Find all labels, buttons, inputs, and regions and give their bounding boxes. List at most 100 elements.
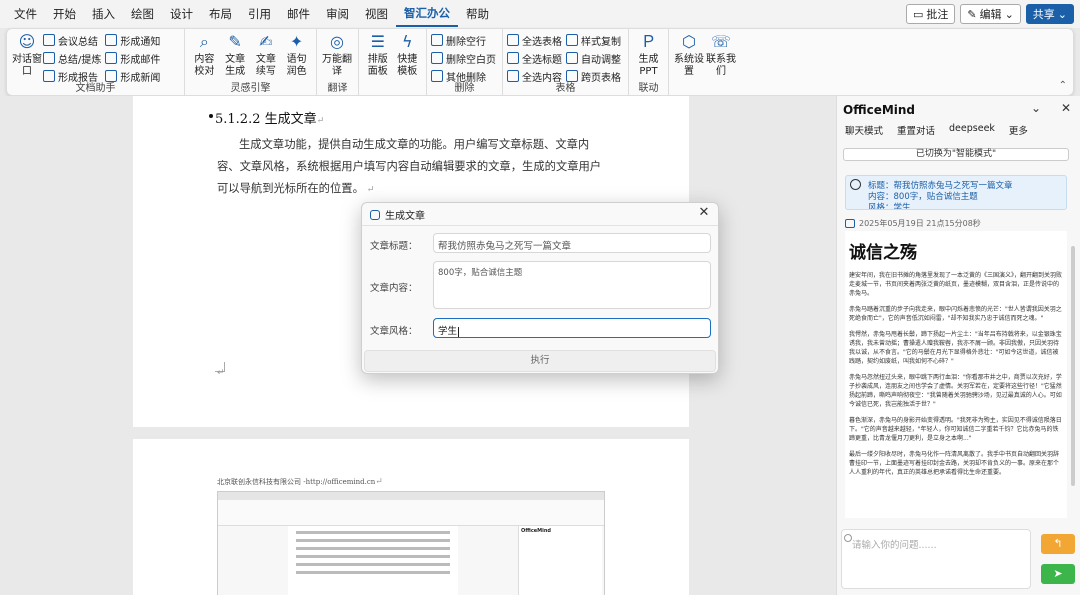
article-title-input[interactable]: 帮我仿照赤兔马之死写一篇文章 xyxy=(433,233,711,253)
article-style-input[interactable]: 学生 xyxy=(433,318,711,338)
company-line: 北京联创永信科技有限公司 -http://officemind.cn xyxy=(217,478,376,486)
thumb-line xyxy=(296,547,450,550)
close-icon[interactable]: ✕ xyxy=(1061,101,1071,115)
menu-draw[interactable]: 绘图 xyxy=(123,0,162,28)
quick-template-label: 快捷模板 xyxy=(397,54,418,77)
edit-label: 编辑 xyxy=(979,8,1002,21)
panel-tabs: 聊天模式 重置对话 deepseek 更多 xyxy=(845,123,1028,137)
form-mail-button[interactable]: 形成邮件 xyxy=(105,49,160,67)
thumb-panel: OfficeMind xyxy=(518,526,602,595)
panel-scrollbar[interactable] xyxy=(1071,246,1075,486)
auto-adjust-button[interactable]: 自动调整 xyxy=(566,49,621,67)
menu-insert[interactable]: 插入 xyxy=(84,0,123,28)
dialog-divider xyxy=(362,225,718,226)
article-continue-button[interactable]: ✍ 文章续写 xyxy=(252,31,281,78)
chevron-down-icon[interactable]: ⌄ xyxy=(1031,101,1041,115)
article-gen-label: 文章生成 xyxy=(225,54,246,77)
edit-mode-button[interactable]: ✎ 编辑 ⌄ xyxy=(960,4,1021,24)
comment-icon: ▭ xyxy=(912,7,924,21)
form-notice-button[interactable]: 形成通知 xyxy=(105,31,160,49)
group-system: ⬡ 系统设置 ☏ 联系我们 xyxy=(669,29,741,95)
menu-smart-office[interactable]: 智汇办公 xyxy=(396,1,458,27)
article-paragraph: 我愕然，赤兔马甩着长鬃，蹄下扬起一片尘土："当年吕布持戟将来，以金银珠宝诱我，我… xyxy=(849,331,1062,365)
send-button[interactable]: ➤ xyxy=(1041,564,1075,584)
article-style-value: 学生 xyxy=(438,326,458,337)
thumb-panel-title: OfficeMind xyxy=(521,528,552,534)
menu-layout[interactable]: 布局 xyxy=(201,0,240,28)
meeting-summary-button[interactable]: 会议总结 xyxy=(43,31,101,49)
thumb-ribbon xyxy=(218,500,604,526)
del-blank-line-button[interactable]: 删除空行 xyxy=(431,31,496,49)
tab-chat-mode[interactable]: 聊天模式 xyxy=(845,123,883,137)
paragraph-mark: ↵ xyxy=(217,368,225,378)
del-blank-page-button[interactable]: 删除空白页 xyxy=(431,49,496,67)
group-doc-assist: ☺ 对话窗口 会议总结 总结/提炼 形成报告 形成通知 形成邮件 形成新闻 文档… xyxy=(7,29,185,95)
tab-reset-dialog[interactable]: 重置对话 xyxy=(897,123,935,137)
sentence-polish-button[interactable]: ✦ 语句润色 xyxy=(282,31,311,78)
thumb-menubar xyxy=(218,492,604,500)
robot-icon xyxy=(370,209,380,220)
title-field-label: 文章标题： xyxy=(370,241,418,252)
heading-bullet xyxy=(209,114,213,118)
summary-outline-button[interactable]: 总结/提炼 xyxy=(43,49,101,67)
write-icon: ✍ xyxy=(259,32,273,51)
insert-to-doc-button[interactable]: ↰ xyxy=(1041,534,1075,554)
menu-home[interactable]: 开始 xyxy=(45,0,84,28)
content-field-label: 文章内容： xyxy=(370,283,418,294)
tab-deepseek[interactable]: deepseek xyxy=(949,123,995,137)
multi-translate-button[interactable]: ◎ 万能翻译 xyxy=(322,31,352,78)
article-gen-button[interactable]: ✎ 文章生成 xyxy=(221,31,250,78)
content-check-button[interactable]: ⌕ 内容校对 xyxy=(190,31,219,78)
pen-icon: ✎ xyxy=(228,32,242,51)
embedded-screenshot-image: OfficeMind xyxy=(217,491,605,595)
menu-design[interactable]: 设计 xyxy=(162,0,201,28)
page-header-text: 北京联创永信科技有限公司 -http://officemind.cn↵ xyxy=(217,477,383,487)
menu-mailings[interactable]: 邮件 xyxy=(279,0,318,28)
close-icon[interactable]: ✕ xyxy=(696,205,712,221)
article-paragraph: 最后一缕夕阳收尽时，赤兔马化作一阵清风离散了。我手中书页自动翻回关羽辞曹挂印一节… xyxy=(849,451,1060,476)
dialog-window-button[interactable]: ☺ 对话窗口 xyxy=(12,31,42,78)
tab-more[interactable]: 更多 xyxy=(1009,123,1028,137)
return-arrow-icon: ↰ xyxy=(1053,537,1063,550)
style-copy-button[interactable]: 样式复制 xyxy=(566,31,621,49)
execute-button[interactable]: 执行 xyxy=(364,350,716,372)
article-content-textarea[interactable]: 800字，贴合诚信主题 xyxy=(433,261,711,309)
body-paragraph[interactable]: 生成文章功能，提供自动生成文章的功能。用户编写文章标题、文章内容、文章风格，系统… xyxy=(217,134,609,201)
sys-settings-button[interactable]: ⬡ 系统设置 xyxy=(674,31,704,78)
group-inspiration: ⌕ 内容校对 ✎ 文章生成 ✍ 文章续写 ✦ 语句润色 灵感引擎 xyxy=(185,29,317,95)
officemind-panel: OfficeMind ⌄ ✕ 聊天模式 重置对话 deepseek 更多 已切换… xyxy=(836,96,1080,595)
menu-help[interactable]: 帮助 xyxy=(458,0,497,28)
question-input[interactable]: 请输入你的问题...... xyxy=(841,529,1031,589)
gen-ppt-button[interactable]: Ｐ 生成PPT xyxy=(634,31,663,78)
article-paragraph: 赤兔马忽然扭过头来，眼中跳下两行血泪："你看那市井之中，商贾以次充好，学子抄袭成… xyxy=(849,374,1062,408)
ribbon-collapse-icon[interactable]: ⌃ xyxy=(1059,80,1067,91)
form-mail-label: 形成邮件 xyxy=(120,54,161,66)
select-all-titles-button[interactable]: 全选标题 xyxy=(507,49,562,67)
gear-icon: ⬡ xyxy=(682,32,696,51)
layout-icon: ☰ xyxy=(370,32,385,51)
generated-article[interactable]: 诚信之殇 建安年间，我在旧书摊的角落里发现了一本泛黄的《三国演义》，翻开翻到关羽… xyxy=(845,231,1067,518)
select-all-tables-button[interactable]: 全选表格 xyxy=(507,31,562,49)
heading-icon xyxy=(507,52,519,64)
chevron-down-icon: ⌄ xyxy=(1057,7,1067,21)
layout-panel-button[interactable]: ☰ 排版面板 xyxy=(364,31,392,78)
article-paragraph: 建安年间，我在旧书摊的角落里发现了一本泛黄的《三国演义》，翻开翻到关羽败走麦城一… xyxy=(849,272,1063,297)
group-delete: 删除空行 删除空白页 其他删除 删除 xyxy=(427,29,503,95)
response-meta: 2025年05月19日 21点15分08秒 xyxy=(845,218,981,229)
meeting-icon xyxy=(43,34,55,46)
quick-template-button[interactable]: ϟ 快捷模板 xyxy=(394,31,422,78)
menu-review[interactable]: 审阅 xyxy=(318,0,357,28)
del-blank-page-label: 删除空白页 xyxy=(446,54,496,66)
comment-button[interactable]: ▭ 批注 xyxy=(905,4,956,24)
group-label-doc-assist: 文档助手 xyxy=(75,83,116,94)
menu-file[interactable]: 文件 xyxy=(6,0,45,28)
document-page[interactable]: 北京联创永信科技有限公司 -http://officemind.cn↵ Offi… xyxy=(133,439,689,595)
group-table: 全选表格 全选标题 全选内容 样式复制 自动调整 跨页表格 表格 xyxy=(503,29,629,95)
menu-view[interactable]: 视图 xyxy=(357,0,396,28)
sys-settings-label: 系统设置 xyxy=(674,54,704,77)
question-style: 风格：学生 xyxy=(868,203,911,210)
contact-us-button[interactable]: ☏ 联系我们 xyxy=(706,31,736,78)
share-button[interactable]: 共享 ⌄ xyxy=(1025,4,1074,24)
menu-references[interactable]: 引用 xyxy=(240,0,279,28)
mail-icon xyxy=(105,52,118,64)
